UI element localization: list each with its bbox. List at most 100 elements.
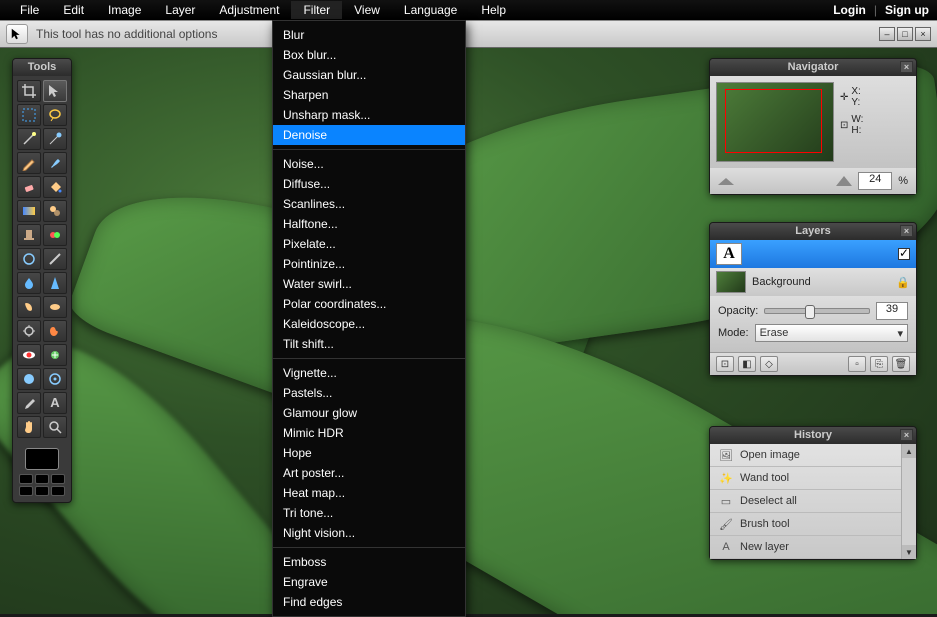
filter-item-emboss[interactable]: Emboss xyxy=(273,552,465,572)
tool-bloat[interactable] xyxy=(17,368,41,390)
menu-image[interactable]: Image xyxy=(96,1,153,19)
tool-hand[interactable] xyxy=(17,416,41,438)
history-title[interactable]: History× xyxy=(710,427,916,444)
tool-type[interactable]: A xyxy=(43,392,67,414)
layer-row[interactable]: Background🔒 xyxy=(710,268,916,296)
panel-close-icon[interactable]: × xyxy=(900,61,913,73)
filter-item-denoise[interactable]: Denoise xyxy=(273,125,465,145)
filter-item-mimic-hdr[interactable]: Mimic HDR xyxy=(273,423,465,443)
tool-dodge[interactable] xyxy=(17,320,41,342)
minimize-button[interactable]: – xyxy=(879,27,895,41)
scroll-down-icon[interactable]: ▼ xyxy=(902,545,916,559)
filter-item-kaleidoscope[interactable]: Kaleidoscope... xyxy=(273,314,465,334)
filter-item-pixelate[interactable]: Pixelate... xyxy=(273,234,465,254)
tool-blur[interactable] xyxy=(17,272,41,294)
tool-zoom[interactable] xyxy=(43,416,67,438)
tool-gradient[interactable] xyxy=(17,200,41,222)
filter-item-pointinize[interactable]: Pointinize... xyxy=(273,254,465,274)
tool-wand-quick[interactable] xyxy=(43,128,67,150)
history-scrollbar[interactable]: ▲ ▼ xyxy=(901,444,916,559)
layers-title[interactable]: Layers× xyxy=(710,223,916,240)
panel-close-icon[interactable]: × xyxy=(900,225,913,237)
tools-panel-title[interactable]: Tools xyxy=(13,59,71,76)
swatch[interactable] xyxy=(35,486,49,496)
filter-item-polar-coordinates[interactable]: Polar coordinates... xyxy=(273,294,465,314)
zoom-value-input[interactable]: 24 xyxy=(858,172,892,190)
filter-item-engrave[interactable]: Engrave xyxy=(273,572,465,592)
panel-close-icon[interactable]: × xyxy=(900,429,913,441)
filter-item-gaussian-blur[interactable]: Gaussian blur... xyxy=(273,65,465,85)
tool-pencil[interactable] xyxy=(17,152,41,174)
swatch[interactable] xyxy=(19,486,33,496)
menu-filter[interactable]: Filter xyxy=(291,1,342,19)
tool-sponge[interactable] xyxy=(43,296,67,318)
filter-item-find-edges[interactable]: Find edges xyxy=(273,592,465,612)
tool-eyedropper[interactable] xyxy=(17,392,41,414)
filter-item-diffuse[interactable]: Diffuse... xyxy=(273,174,465,194)
close-button[interactable]: × xyxy=(915,27,931,41)
tool-burn[interactable] xyxy=(43,320,67,342)
navigator-title[interactable]: Navigator× xyxy=(710,59,916,76)
filter-item-hope[interactable]: Hope xyxy=(273,443,465,463)
swatch[interactable] xyxy=(35,474,49,484)
login-link[interactable]: Login xyxy=(833,3,866,17)
tool-line[interactable] xyxy=(43,248,67,270)
filter-item-pastels[interactable]: Pastels... xyxy=(273,383,465,403)
menu-language[interactable]: Language xyxy=(392,1,469,19)
signup-link[interactable]: Sign up xyxy=(885,3,929,17)
tool-spot-heal[interactable] xyxy=(43,344,67,366)
opacity-slider[interactable] xyxy=(764,308,870,314)
tool-move[interactable] xyxy=(43,80,67,102)
tool-clone[interactable] xyxy=(43,200,67,222)
history-item[interactable]: ✨Wand tool xyxy=(710,467,916,490)
scroll-up-icon[interactable]: ▲ xyxy=(902,444,916,458)
maximize-button[interactable]: □ xyxy=(897,27,913,41)
delete-layer-button[interactable]: 🗑 xyxy=(892,356,910,372)
swatch[interactable] xyxy=(51,474,65,484)
duplicate-layer-button[interactable]: ⎘ xyxy=(870,356,888,372)
filter-item-noise[interactable]: Noise... xyxy=(273,154,465,174)
tool-eraser[interactable] xyxy=(17,176,41,198)
tool-replace-color[interactable] xyxy=(43,224,67,246)
filter-item-art-poster[interactable]: Art poster... xyxy=(273,463,465,483)
tool-sharpen[interactable] xyxy=(43,272,67,294)
opacity-knob[interactable] xyxy=(805,305,815,319)
navigator-view-rect[interactable] xyxy=(725,89,822,153)
layer-row[interactable]: A xyxy=(710,240,916,268)
filter-item-heat-map[interactable]: Heat map... xyxy=(273,483,465,503)
tool-redeye[interactable] xyxy=(17,344,41,366)
menu-help[interactable]: Help xyxy=(469,1,518,19)
filter-item-unsharp-mask[interactable]: Unsharp mask... xyxy=(273,105,465,125)
navigator-thumbnail[interactable] xyxy=(716,82,834,162)
filter-item-box-blur[interactable]: Box blur... xyxy=(273,45,465,65)
layer-mask-button[interactable]: ◧ xyxy=(738,356,756,372)
filter-item-blur[interactable]: Blur xyxy=(273,25,465,45)
tool-marquee[interactable] xyxy=(17,104,41,126)
filter-item-glamour-glow[interactable]: Glamour glow xyxy=(273,403,465,423)
menu-file[interactable]: File xyxy=(8,1,51,19)
history-item[interactable]: 🖼Open image xyxy=(710,444,916,467)
menu-layer[interactable]: Layer xyxy=(153,1,207,19)
layer-settings-button[interactable]: ⊡ xyxy=(716,356,734,372)
history-item[interactable]: ANew layer xyxy=(710,536,916,559)
history-item[interactable]: ▭Deselect all xyxy=(710,490,916,513)
zoom-in-icon[interactable] xyxy=(836,176,852,186)
foreground-swatch[interactable] xyxy=(25,448,59,470)
tool-pinch[interactable] xyxy=(43,368,67,390)
swatch[interactable] xyxy=(51,486,65,496)
filter-item-vignette[interactable]: Vignette... xyxy=(273,363,465,383)
filter-item-scanlines[interactable]: Scanlines... xyxy=(273,194,465,214)
tool-draw[interactable] xyxy=(17,248,41,270)
zoom-out-icon[interactable] xyxy=(718,178,734,185)
filter-item-sharpen[interactable]: Sharpen xyxy=(273,85,465,105)
new-layer-button[interactable]: ▫ xyxy=(848,356,866,372)
filter-item-tri-tone[interactable]: Tri tone... xyxy=(273,503,465,523)
history-item[interactable]: 🖌Brush tool xyxy=(710,513,916,536)
tool-paintbucket[interactable] xyxy=(43,176,67,198)
tool-smudge[interactable] xyxy=(17,296,41,318)
filter-item-night-vision[interactable]: Night vision... xyxy=(273,523,465,543)
tool-wand[interactable] xyxy=(17,128,41,150)
swatch[interactable] xyxy=(19,474,33,484)
tool-brush[interactable] xyxy=(43,152,67,174)
menu-adjustment[interactable]: Adjustment xyxy=(207,1,291,19)
